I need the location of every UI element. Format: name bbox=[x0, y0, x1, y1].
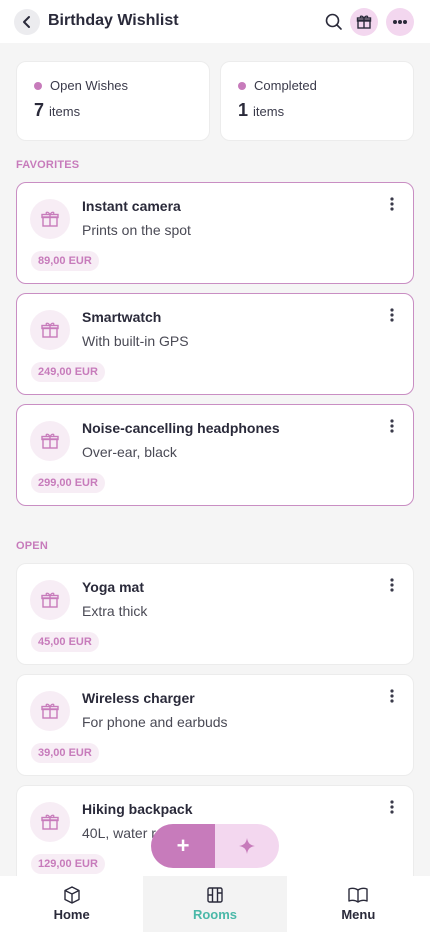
wish-description: Extra thick bbox=[82, 603, 148, 619]
nav-rooms-label: Rooms bbox=[192, 907, 238, 922]
wish-description: With built-in GPS bbox=[82, 333, 189, 349]
wish-card[interactable]: Instant camera Prints on the spot 89,00 … bbox=[16, 182, 414, 284]
completed-card[interactable]: Completed 1 items bbox=[220, 61, 414, 141]
status-dot bbox=[34, 81, 42, 90]
price-badge: 299,00 EUR bbox=[31, 473, 105, 493]
wish-card[interactable]: Noise-cancelling headphones Over-ear, bl… bbox=[16, 404, 414, 506]
gift-icon-badge bbox=[30, 802, 70, 842]
item-menu-button[interactable] bbox=[385, 798, 399, 816]
favorites-heading: FAVORITES bbox=[16, 159, 80, 171]
wish-title: Hiking backpack bbox=[82, 801, 193, 817]
wish-card[interactable]: Yoga mat Extra thick 45,00 EUR bbox=[16, 563, 414, 665]
map-icon bbox=[207, 887, 223, 903]
app-header: Birthday Wishlist bbox=[0, 0, 430, 43]
wish-title: Yoga mat bbox=[82, 579, 144, 595]
page-title: Birthday Wishlist bbox=[48, 12, 179, 29]
more-options-button[interactable] bbox=[386, 8, 414, 36]
gift-icon-badge bbox=[30, 310, 70, 350]
open-wishes-count: 7 items bbox=[34, 100, 80, 121]
cube-icon bbox=[63, 886, 80, 904]
chevron-left-icon bbox=[23, 16, 30, 28]
search-button[interactable] bbox=[324, 12, 344, 32]
sparkle-icon bbox=[239, 838, 255, 854]
back-button[interactable] bbox=[14, 9, 40, 35]
gift-icon bbox=[41, 592, 59, 608]
gift-icon bbox=[41, 814, 59, 830]
nav-home[interactable]: Home bbox=[0, 876, 143, 932]
gift-icon bbox=[41, 322, 59, 338]
gift-box-icon bbox=[356, 15, 372, 29]
gift-icon bbox=[41, 211, 59, 227]
price-badge: 129,00 EUR bbox=[31, 854, 105, 874]
gift-button[interactable] bbox=[350, 8, 378, 36]
wish-description: 40L, water r bbox=[82, 825, 156, 841]
add-wish-button[interactable]: + bbox=[151, 824, 215, 868]
completed-label-text: Completed bbox=[254, 78, 317, 93]
open-wishes-label: Open Wishes bbox=[34, 78, 128, 93]
nav-rooms[interactable]: Rooms bbox=[143, 876, 287, 932]
nav-home-label: Home bbox=[53, 907, 90, 922]
more-horizontal-icon bbox=[393, 20, 407, 24]
more-vertical-icon bbox=[390, 800, 394, 814]
open-heading: OPEN bbox=[16, 540, 48, 552]
gift-icon bbox=[41, 433, 59, 449]
nav-menu-label: Menu bbox=[341, 907, 376, 922]
wish-title: Smartwatch bbox=[82, 309, 162, 325]
gift-icon-badge bbox=[30, 580, 70, 620]
completed-number: 1 bbox=[238, 100, 249, 120]
price-badge: 45,00 EUR bbox=[31, 632, 99, 652]
open-wishes-label-text: Open Wishes bbox=[50, 78, 129, 93]
more-vertical-icon bbox=[390, 197, 394, 211]
completed-unit: items bbox=[253, 104, 285, 119]
open-wishes-unit: items bbox=[49, 104, 81, 119]
wish-description: Prints on the spot bbox=[82, 222, 191, 238]
wish-card[interactable]: Smartwatch With built-in GPS 249,00 EUR bbox=[16, 293, 414, 395]
completed-count: 1 items bbox=[238, 100, 284, 121]
book-icon bbox=[348, 887, 369, 903]
plus-icon: + bbox=[176, 833, 190, 858]
price-badge: 39,00 EUR bbox=[31, 743, 99, 763]
price-badge: 89,00 EUR bbox=[31, 251, 99, 271]
more-vertical-icon bbox=[390, 689, 394, 703]
wish-description: For phone and earbuds bbox=[82, 714, 228, 730]
more-vertical-icon bbox=[390, 308, 394, 322]
more-vertical-icon bbox=[390, 578, 394, 592]
completed-label: Completed bbox=[238, 78, 317, 93]
gift-icon-badge bbox=[30, 421, 70, 461]
more-vertical-icon bbox=[390, 419, 394, 433]
item-menu-button[interactable] bbox=[385, 687, 399, 705]
wish-title: Noise-cancelling headphones bbox=[82, 420, 280, 436]
open-wishes-number: 7 bbox=[34, 100, 45, 120]
item-menu-button[interactable] bbox=[385, 417, 399, 435]
price-badge: 249,00 EUR bbox=[31, 362, 105, 382]
search-icon bbox=[325, 13, 342, 30]
item-menu-button[interactable] bbox=[385, 576, 399, 594]
wish-title: Wireless charger bbox=[82, 690, 195, 706]
sparkle-button[interactable] bbox=[215, 824, 279, 868]
wish-description: Over-ear, black bbox=[82, 444, 177, 460]
item-menu-button[interactable] bbox=[385, 195, 399, 213]
wish-card[interactable]: Wireless charger For phone and earbuds 3… bbox=[16, 674, 414, 776]
bottom-nav: Home Rooms Menu bbox=[0, 876, 430, 932]
status-dot bbox=[238, 81, 246, 90]
wish-title: Instant camera bbox=[82, 198, 181, 214]
gift-icon bbox=[41, 703, 59, 719]
item-menu-button[interactable] bbox=[385, 306, 399, 324]
nav-menu[interactable]: Menu bbox=[287, 876, 430, 932]
gift-icon-badge bbox=[30, 691, 70, 731]
gift-icon-badge bbox=[30, 199, 70, 239]
open-wishes-card[interactable]: Open Wishes 7 items bbox=[16, 61, 210, 141]
